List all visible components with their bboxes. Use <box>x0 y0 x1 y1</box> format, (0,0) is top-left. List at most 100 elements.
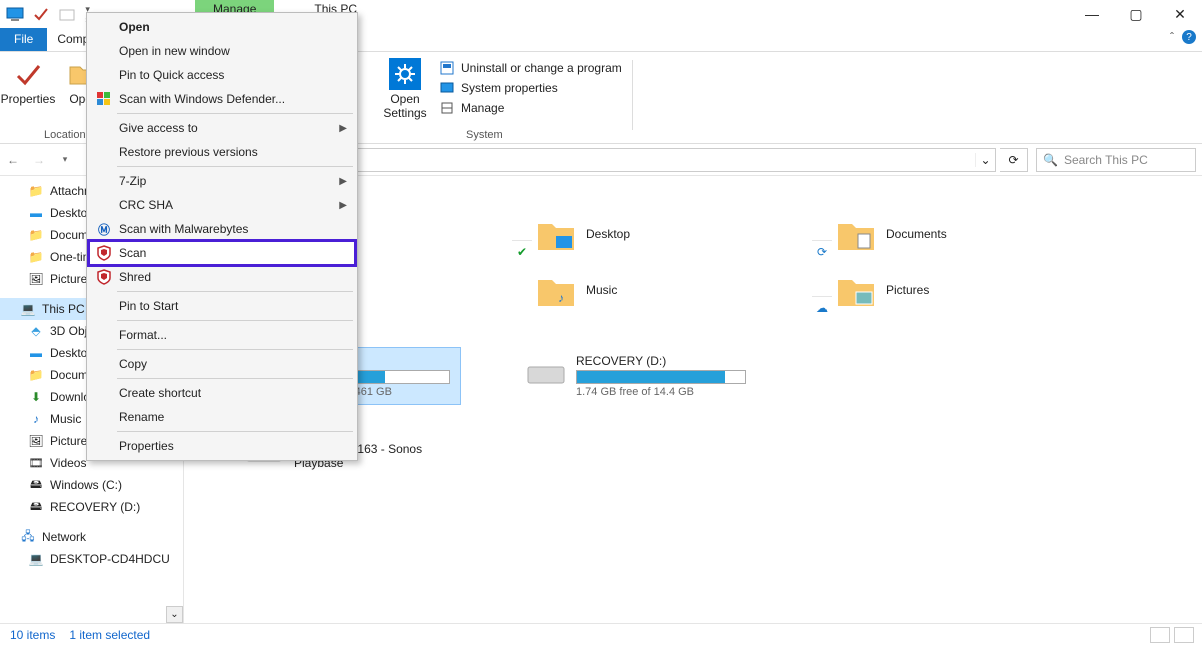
ctx-rename[interactable]: Rename <box>89 405 355 429</box>
help-icon[interactable]: ? <box>1182 30 1196 44</box>
context-menu: Open Open in new window Pin to Quick acc… <box>86 12 358 461</box>
documents-folder-icon <box>836 214 876 254</box>
folder-icon: 📁 <box>28 367 44 383</box>
video-icon: 🎞 <box>28 455 44 471</box>
open-settings-button[interactable]: Open Settings <box>377 56 433 122</box>
pictures-folder-icon <box>836 270 876 310</box>
folder-tile-pictures[interactable]: ☁ Pictures <box>836 262 1096 318</box>
back-button[interactable]: ← <box>0 147 26 173</box>
desktop-icon: ▬ <box>28 205 44 221</box>
drive-usage-bar <box>576 370 746 384</box>
collapse-ribbon-icon[interactable]: ˆ <box>1170 30 1174 44</box>
network-icon: 🖧 <box>20 529 36 545</box>
refresh-button[interactable]: ⟳ <box>1000 148 1028 172</box>
sync-check-icon: ✔ <box>512 240 532 262</box>
ctx-open[interactable]: Open <box>89 15 355 39</box>
drive-icon: 🖴 <box>28 477 44 493</box>
mcafee-shield-icon <box>95 268 113 286</box>
pictures-icon: 🖼 <box>28 271 44 287</box>
close-button[interactable]: ✕ <box>1158 0 1202 28</box>
address-dropdown-icon[interactable]: ⌄ <box>975 153 995 167</box>
drive-free-text: 1.74 GB free of 14.4 GB <box>576 386 774 398</box>
ctx-scan-mcafee[interactable]: Scan <box>89 241 355 265</box>
uninstall-icon <box>439 60 455 76</box>
group-system-label: System <box>466 129 503 141</box>
folder-icon: 📁 <box>28 183 44 199</box>
desktop-icon: ▬ <box>28 345 44 361</box>
download-icon: ⬇ <box>28 389 44 405</box>
search-box[interactable]: 🔍 Search This PC <box>1036 148 1196 172</box>
folder-tile-documents[interactable]: ⟳ Documents <box>836 206 1096 262</box>
selection-count: 1 item selected <box>69 628 150 642</box>
desktop-folder-icon <box>536 214 576 254</box>
tree-item-network[interactable]: 🖧Network <box>0 526 183 548</box>
submenu-arrow-icon: ▶ <box>339 176 347 187</box>
submenu-arrow-icon: ▶ <box>339 200 347 211</box>
folder-icon: 📁 <box>28 227 44 243</box>
malwarebytes-icon: Ⓜ <box>95 220 113 238</box>
tree-item[interactable]: 🖴Windows (C:) <box>0 474 183 496</box>
cloud-icon: ☁ <box>812 296 832 318</box>
submenu-arrow-icon: ▶ <box>339 123 347 134</box>
music-folder-icon: ♪ <box>536 270 576 310</box>
ctx-shred-mcafee[interactable]: Shred <box>89 265 355 289</box>
settings-gear-icon <box>389 58 421 90</box>
uninstall-program-button[interactable]: Uninstall or change a program <box>433 60 628 76</box>
recent-locations-button[interactable]: ▾ <box>52 147 78 173</box>
tree-scroll-down[interactable]: ⌄ <box>166 606 183 623</box>
ctx-create-shortcut[interactable]: Create shortcut <box>89 381 355 405</box>
pc-icon: 💻 <box>28 551 44 567</box>
status-bar: 10 items 1 item selected <box>0 623 1202 645</box>
search-icon: 🔍 <box>1043 153 1058 167</box>
forward-button[interactable]: → <box>26 147 52 173</box>
folder-tile-music[interactable]: ♪ Music <box>536 262 796 318</box>
maximize-button[interactable]: ▢ <box>1114 0 1158 28</box>
ctx-restore-previous[interactable]: Restore previous versions <box>89 140 355 164</box>
pictures-icon: 🖼 <box>28 433 44 449</box>
details-view-button[interactable] <box>1150 627 1170 643</box>
thispc-icon: 💻 <box>20 301 36 317</box>
quick-access-toolbar: ▾= <box>0 3 94 25</box>
ctx-pin-start[interactable]: Pin to Start <box>89 294 355 318</box>
new-folder-qat-icon[interactable] <box>56 3 78 25</box>
properties-button[interactable]: Properties <box>0 56 56 108</box>
ctx-scan-defender[interactable]: Scan with Windows Defender... <box>89 87 355 111</box>
group-location-label: Location <box>44 129 86 141</box>
ctx-7zip[interactable]: 7-Zip▶ <box>89 169 355 193</box>
file-tab[interactable]: File <box>0 28 47 51</box>
drive-tile-d[interactable]: RECOVERY (D:) 1.74 GB free of 14.4 GB <box>520 348 780 404</box>
icons-view-button[interactable] <box>1174 627 1194 643</box>
defender-shield-icon <box>95 90 113 108</box>
ctx-scan-malwarebytes[interactable]: ⓂScan with Malwarebytes <box>89 217 355 241</box>
drive-icon <box>526 354 566 390</box>
item-count: 10 items <box>10 628 55 642</box>
manage-icon <box>439 100 455 116</box>
ctx-properties[interactable]: Properties <box>89 434 355 458</box>
ctx-pin-quick-access[interactable]: Pin to Quick access <box>89 63 355 87</box>
svg-text:♪: ♪ <box>558 291 564 305</box>
drive-label: RECOVERY (D:) <box>576 354 774 368</box>
minimize-button[interactable]: — <box>1070 0 1114 28</box>
ctx-give-access-to[interactable]: Give access to▶ <box>89 116 355 140</box>
ctx-crc-sha[interactable]: CRC SHA▶ <box>89 193 355 217</box>
sync-refresh-icon: ⟳ <box>812 240 832 262</box>
thispc-icon <box>4 3 26 25</box>
music-icon: ♪ <box>28 411 44 427</box>
open-settings-label: Open Settings <box>383 92 426 120</box>
cube-icon: ⬘ <box>28 323 44 339</box>
ctx-open-new-window[interactable]: Open in new window <box>89 39 355 63</box>
properties-qat-icon[interactable] <box>30 3 52 25</box>
tree-item[interactable]: 💻DESKTOP-CD4HDCU <box>0 548 183 570</box>
ctx-format[interactable]: Format... <box>89 323 355 347</box>
system-properties-icon <box>439 80 455 96</box>
search-placeholder: Search This PC <box>1064 153 1148 167</box>
ctx-copy[interactable]: Copy <box>89 352 355 376</box>
mcafee-shield-icon <box>95 244 113 262</box>
system-properties-button[interactable]: System properties <box>433 80 628 96</box>
manage-button[interactable]: Manage <box>433 100 628 116</box>
folder-tile-desktop[interactable]: ✔ Desktop <box>536 206 796 262</box>
folder-icon: 📁 <box>28 249 44 265</box>
drive-icon: 🖴 <box>28 499 44 515</box>
properties-icon <box>12 58 44 90</box>
tree-item[interactable]: 🖴RECOVERY (D:) <box>0 496 183 518</box>
